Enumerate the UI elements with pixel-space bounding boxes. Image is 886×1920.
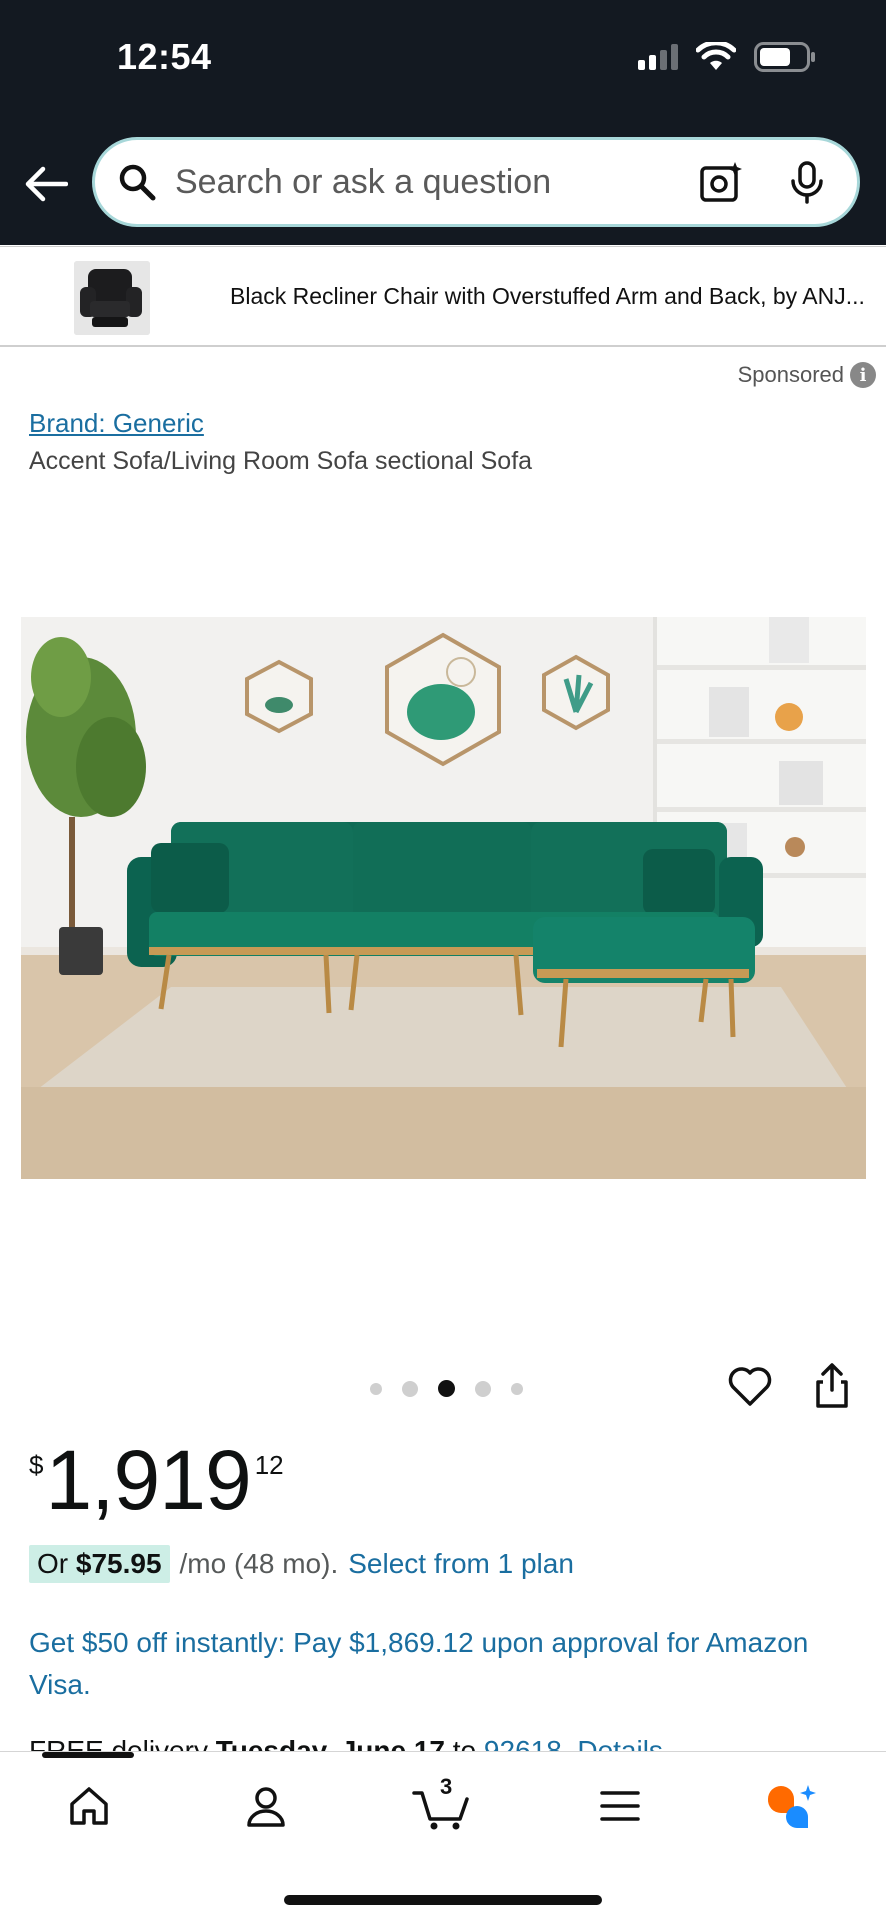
sponsored-product-banner[interactable]: Black Recliner Chair with Overstuffed Ar… [0,246,886,347]
battery-icon [754,42,816,72]
banner-product-title: Black Recliner Chair with Overstuffed Ar… [230,283,865,309]
installment-pill: Or $75.95 [29,1545,170,1583]
wishlist-button[interactable] [726,1362,774,1410]
active-tab-indicator [42,1752,134,1758]
price: $ 1,919 12 [29,1438,284,1522]
back-arrow-icon [25,166,68,202]
installment-amount: $75.95 [75,1548,162,1579]
share-button[interactable] [808,1362,856,1410]
details-link[interactable]: Details [577,1735,663,1752]
product-title: Accent Sofa/Living Room Sofa sectional S… [29,447,533,475]
info-icon: i [850,362,876,388]
search-input[interactable] [175,162,687,202]
share-icon [816,1363,848,1408]
price-whole: 1,919 [45,1433,251,1527]
search-bar[interactable] [92,137,860,227]
home-indicator [284,1895,602,1905]
home-icon [70,1787,108,1825]
rufus-icon [767,1785,816,1828]
nav-rufus[interactable] [760,1776,824,1836]
nav-home[interactable] [57,1776,121,1836]
nav-cart[interactable]: 3 [410,1774,474,1836]
installment-term: /mo (48 mo). [179,1548,339,1579]
sponsored-label[interactable]: Sponsored i [738,362,876,388]
signal-icon [638,44,678,70]
sofa-photo [21,617,866,1179]
status-icons [638,42,816,72]
delivery-info: FREE delivery Tuesday, June 17 to 92618.… [29,1735,663,1752]
microphone-icon[interactable] [787,160,827,204]
bottom-nav: 3 [0,1751,886,1920]
wifi-icon [696,42,736,72]
price-fraction: 12 [254,1450,284,1480]
camera-search-icon[interactable] [699,160,743,204]
back-button[interactable] [22,160,70,208]
installment-offer: Or $75.95 /mo (48 mo). Select from 1 pla… [29,1545,574,1583]
carousel-dot[interactable] [370,1382,382,1395]
visa-offer-link[interactable]: Get $50 off instantly: Pay $1,869.12 upo… [29,1622,849,1706]
heart-icon [728,1367,772,1406]
nav-menu[interactable] [588,1776,652,1836]
carousel-dot[interactable] [402,1380,418,1397]
product-image[interactable] [21,617,866,1179]
recliner-thumbnail [74,261,150,335]
zip-link[interactable]: 92618. [484,1735,570,1752]
cart-count: 3 [440,1774,453,1799]
image-carousel-dots[interactable] [370,1380,523,1397]
carousel-dot[interactable] [475,1380,491,1397]
menu-icon [600,1791,640,1821]
search-icon [119,164,156,201]
status-time: 12:54 [117,36,212,77]
brand-link[interactable]: Brand: Generic [29,408,204,439]
nav-account[interactable] [234,1776,298,1836]
app-screen: 12:54 Search or ask a question Black Rec… [0,0,886,1920]
price-symbol: $ [29,1450,44,1480]
header: 12:54 [0,0,886,245]
select-plan-link[interactable]: Select from 1 plan [348,1548,574,1580]
account-icon [247,1787,285,1827]
carousel-dot-active[interactable] [438,1380,455,1397]
carousel-dot[interactable] [511,1382,523,1395]
sponsored-text: Sponsored [737,362,844,387]
